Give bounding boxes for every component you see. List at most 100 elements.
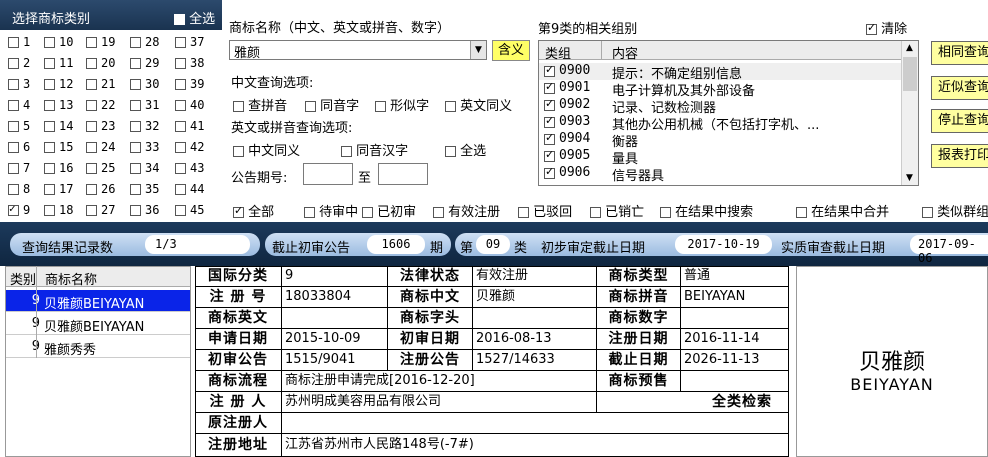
clear-option[interactable]: 清除 <box>866 18 907 37</box>
category-10[interactable]: 10 <box>44 35 73 49</box>
category-18[interactable]: 18 <box>44 203 73 217</box>
result-row[interactable]: 9贝雅颜BEIYAYAN <box>6 313 190 335</box>
category-2[interactable]: 2 <box>8 56 30 70</box>
checkbox[interactable] <box>233 101 244 112</box>
category-22[interactable]: 22 <box>86 98 115 112</box>
group-row[interactable]: 0902记录、记数检测器 <box>539 97 901 116</box>
period-from-input[interactable] <box>303 163 353 185</box>
category-37[interactable]: 37 <box>175 35 204 49</box>
category-checkbox[interactable] <box>130 121 141 132</box>
filter-expired[interactable]: 已销亡 <box>590 201 644 220</box>
category-checkbox[interactable] <box>175 79 186 90</box>
category-1[interactable]: 1 <box>8 35 30 49</box>
checkbox[interactable] <box>233 146 244 157</box>
category-44[interactable]: 44 <box>175 182 204 196</box>
category-checkbox[interactable] <box>86 79 97 90</box>
chevron-down-icon[interactable]: ▼ <box>470 41 486 59</box>
meaning-button[interactable]: 含义 <box>492 40 530 61</box>
name-input[interactable]: 雅颜 ▼ <box>229 40 487 61</box>
filter-similar-group[interactable]: 类似群组 <box>922 201 988 220</box>
category-40[interactable]: 40 <box>175 98 204 112</box>
category-9[interactable]: 9 <box>8 202 30 217</box>
group-row[interactable]: 0900提示：不确定组别信息 <box>539 63 901 82</box>
category-checkbox[interactable] <box>130 163 141 174</box>
category-checkbox[interactable] <box>175 163 186 174</box>
category-16[interactable]: 16 <box>44 161 73 175</box>
group-row[interactable]: 0903其他办公用机械（不包括打字机、... <box>539 114 901 133</box>
category-5[interactable]: 5 <box>8 119 30 133</box>
category-checkbox[interactable] <box>130 37 141 48</box>
stop-search-button[interactable]: 停止查询 <box>931 109 988 133</box>
filter-prelim[interactable]: 已初审 <box>362 201 416 220</box>
category-select-all[interactable]: 全选 <box>174 8 215 27</box>
category-42[interactable]: 42 <box>175 140 204 154</box>
category-checkbox[interactable] <box>8 202 19 216</box>
checkbox[interactable] <box>375 101 386 112</box>
similar-search-button[interactable]: 近似查询 <box>931 76 988 100</box>
category-checkbox[interactable] <box>86 100 97 111</box>
category-checkbox[interactable] <box>8 142 19 153</box>
group-checkbox[interactable] <box>544 131 555 145</box>
category-checkbox[interactable] <box>86 58 97 69</box>
category-13[interactable]: 13 <box>44 98 73 112</box>
category-41[interactable]: 41 <box>175 119 204 133</box>
all-class-search-button[interactable]: 全类检索 <box>597 392 789 413</box>
category-14[interactable]: 14 <box>44 119 73 133</box>
category-checkbox[interactable] <box>86 184 97 195</box>
category-checkbox[interactable] <box>130 205 141 216</box>
category-checkbox[interactable] <box>44 58 55 69</box>
category-checkbox[interactable] <box>175 58 186 69</box>
group-checkbox[interactable] <box>544 97 555 111</box>
filter-rejected[interactable]: 已驳回 <box>518 201 572 220</box>
category-12[interactable]: 12 <box>44 77 73 91</box>
category-19[interactable]: 19 <box>86 35 115 49</box>
filter-checkbox[interactable] <box>922 207 933 218</box>
result-row[interactable]: 9雅颜秀秀 <box>6 336 190 358</box>
group-row[interactable]: 0901电子计算机及其外部设备 <box>539 80 901 99</box>
category-checkbox[interactable] <box>130 58 141 69</box>
en-option-homophone-hanzi[interactable]: 同音汉字 <box>341 140 408 159</box>
group-checkbox[interactable] <box>544 165 555 179</box>
period-to-input[interactable] <box>378 163 428 185</box>
category-checkbox[interactable] <box>8 58 19 69</box>
category-39[interactable]: 39 <box>175 77 204 91</box>
category-4[interactable]: 4 <box>8 98 30 112</box>
category-checkbox[interactable] <box>130 100 141 111</box>
cn-option-similar-shape[interactable]: 形似字 <box>375 95 429 114</box>
category-30[interactable]: 30 <box>130 77 159 91</box>
category-24[interactable]: 24 <box>86 140 115 154</box>
category-checkbox[interactable] <box>175 184 186 195</box>
category-checkbox[interactable] <box>86 37 97 48</box>
filter-checkbox[interactable] <box>660 207 671 218</box>
category-checkbox[interactable] <box>8 121 19 132</box>
category-17[interactable]: 17 <box>44 182 73 196</box>
category-3[interactable]: 3 <box>8 77 30 91</box>
category-32[interactable]: 32 <box>130 119 159 133</box>
category-35[interactable]: 35 <box>130 182 159 196</box>
category-checkbox[interactable] <box>44 100 55 111</box>
category-checkbox[interactable] <box>44 163 55 174</box>
group-checkbox[interactable] <box>544 114 555 128</box>
filter-all[interactable]: 全部 <box>233 201 274 220</box>
en-option-cn-synonym[interactable]: 中文同义 <box>233 140 300 159</box>
en-option-select-all[interactable]: 全选 <box>445 140 486 159</box>
category-checkbox[interactable] <box>44 142 55 153</box>
cn-option-pinyin[interactable]: 查拼音 <box>233 95 287 114</box>
print-report-button[interactable]: 报表打印 <box>931 144 988 168</box>
category-checkbox[interactable] <box>8 100 19 111</box>
checkbox[interactable] <box>305 101 316 112</box>
cn-option-en-synonym[interactable]: 英文同义 <box>445 95 512 114</box>
clear-checkbox[interactable] <box>866 21 877 35</box>
category-11[interactable]: 11 <box>44 56 73 70</box>
category-checkbox[interactable] <box>44 121 55 132</box>
category-27[interactable]: 27 <box>86 203 115 217</box>
category-43[interactable]: 43 <box>175 161 204 175</box>
group-row[interactable]: 0906 信号器具 <box>539 165 901 184</box>
category-checkbox[interactable] <box>44 184 55 195</box>
category-29[interactable]: 29 <box>130 56 159 70</box>
category-28[interactable]: 28 <box>130 35 159 49</box>
category-15[interactable]: 15 <box>44 140 73 154</box>
category-34[interactable]: 34 <box>130 161 159 175</box>
group-checkbox[interactable] <box>544 148 555 162</box>
category-checkbox[interactable] <box>175 100 186 111</box>
